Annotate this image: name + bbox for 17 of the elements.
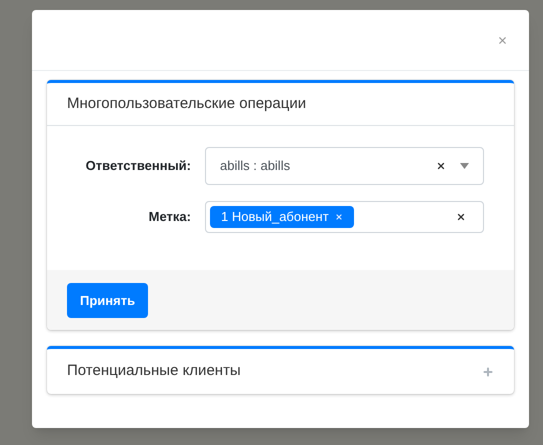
expand-icon[interactable] <box>482 366 494 378</box>
panel-header[interactable]: Потенциальные клиенты <box>47 349 514 394</box>
panel-header[interactable]: Многопользовательские операции <box>47 83 514 126</box>
field-label: Ответственный: <box>86 158 191 173</box>
select-value: abills : abills <box>220 157 292 176</box>
clear-icon[interactable] <box>456 212 466 222</box>
panel-title: Потенциальные клиенты <box>67 361 241 382</box>
tag-select[interactable]: 1 Новый_абонент <box>205 201 484 233</box>
field-label: Метка: <box>148 209 191 224</box>
clear-icon[interactable] <box>436 161 446 171</box>
dropdown-caret-icon[interactable] <box>460 163 469 169</box>
responsible-select[interactable]: abills : abills <box>205 147 484 185</box>
remove-tag-icon[interactable] <box>334 213 343 221</box>
tag-chip[interactable]: 1 Новый_абонент <box>210 206 354 228</box>
submit-button[interactable]: Принять <box>67 283 148 318</box>
close-icon[interactable] <box>497 35 508 46</box>
panel-title: Многопользовательские операции <box>67 94 306 114</box>
